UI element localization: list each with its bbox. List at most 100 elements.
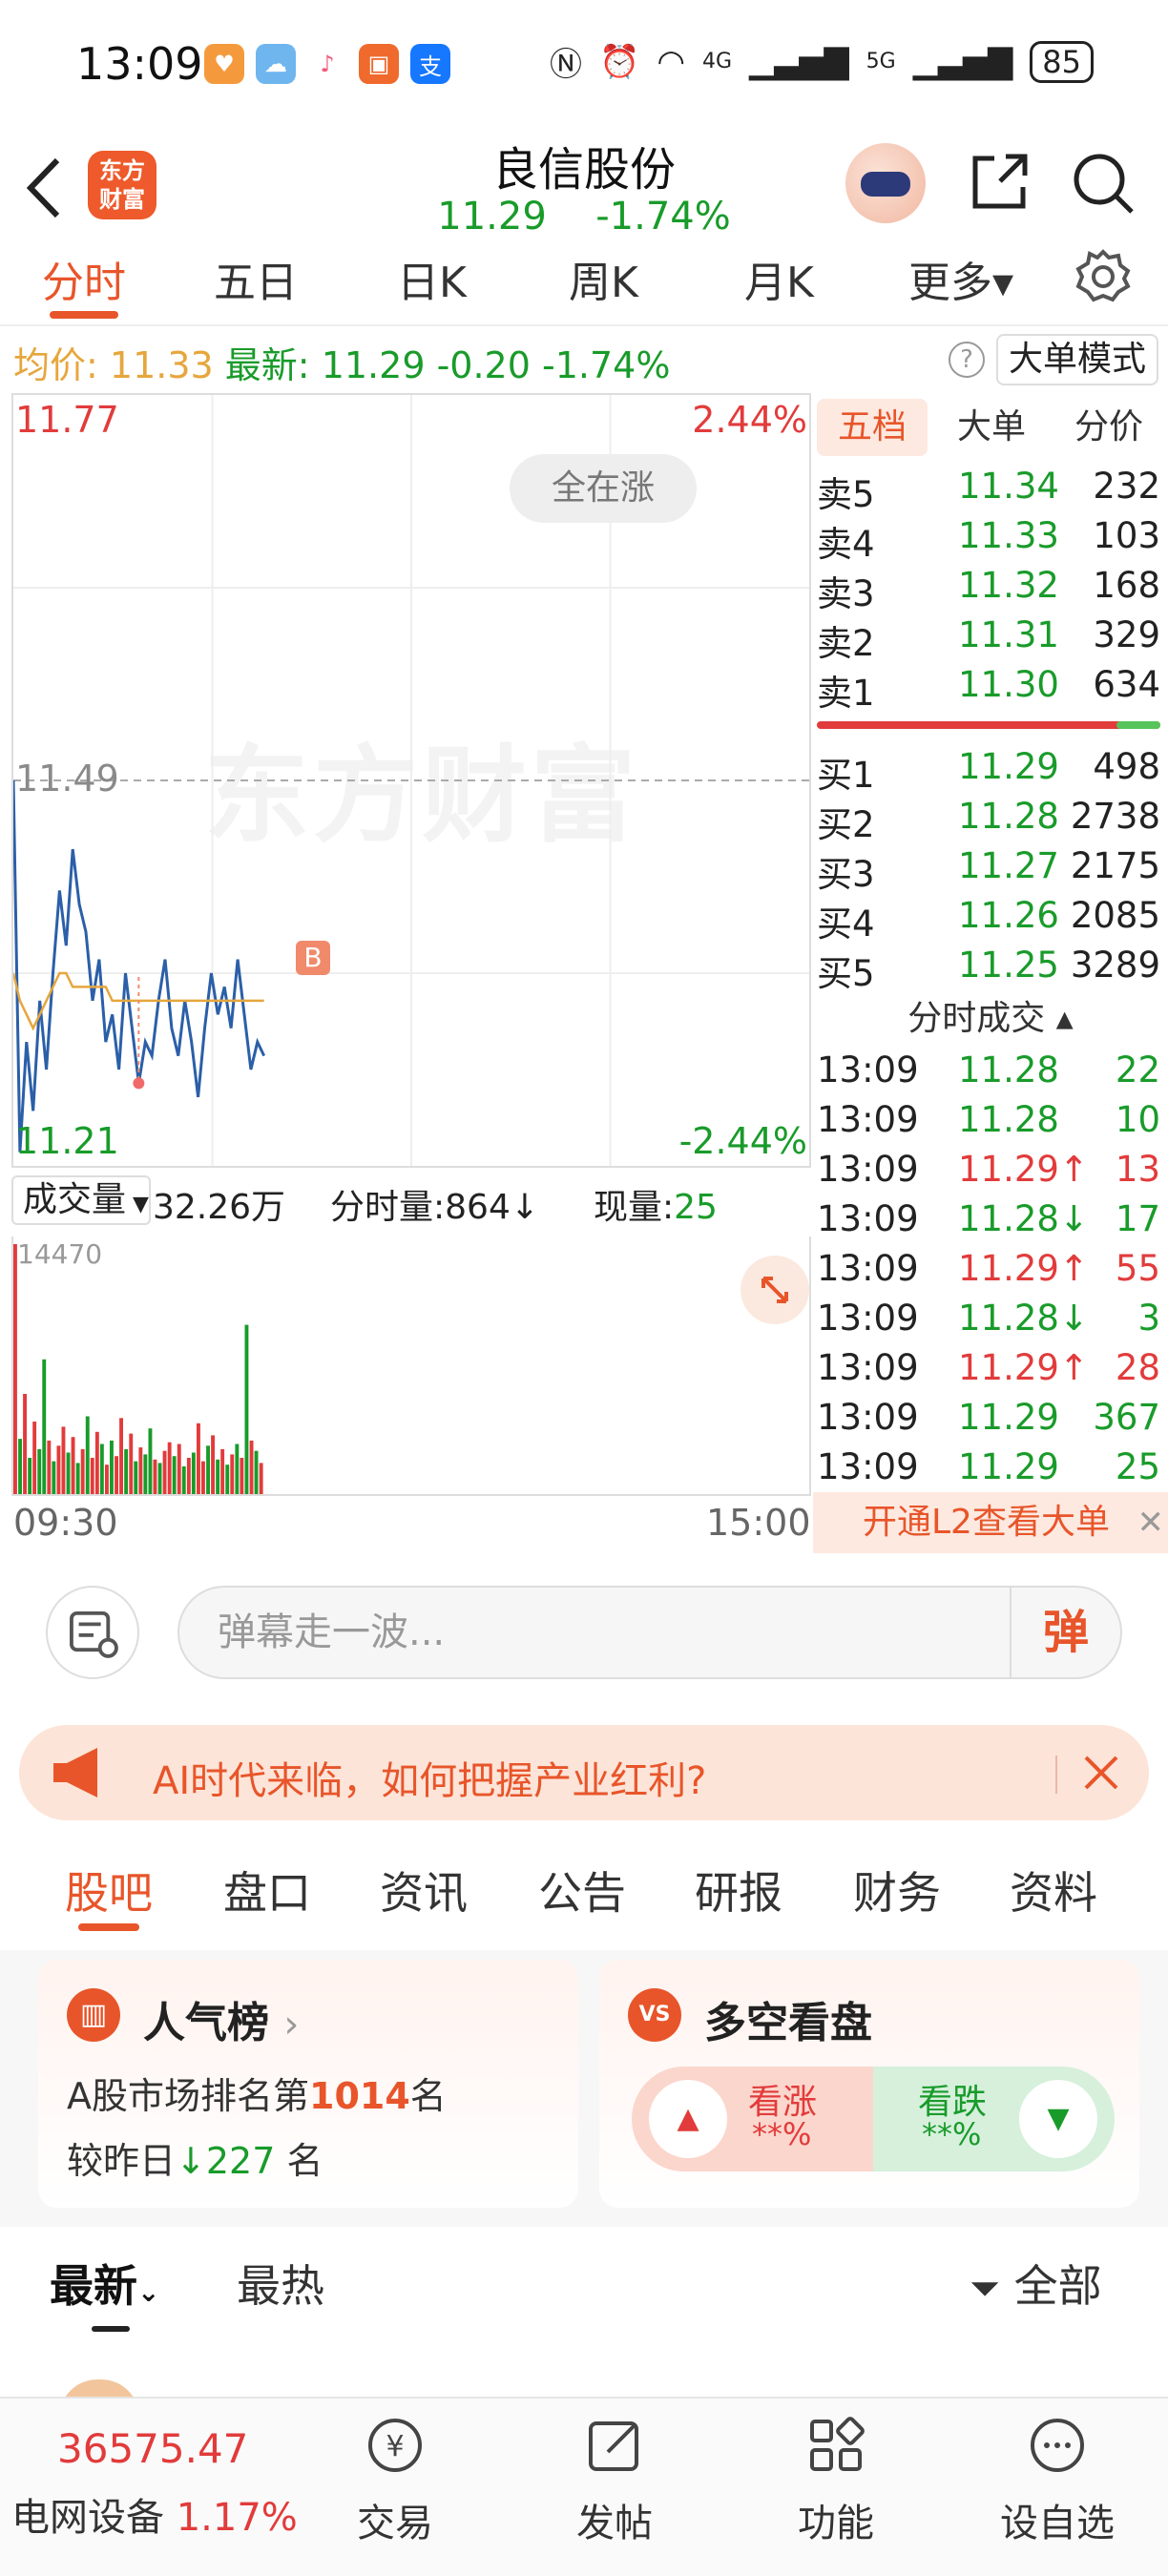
popularity-rank-line: A股市场排名第1014名 [67, 2067, 447, 2119]
tab-intraday[interactable]: 分时 [42, 248, 126, 309]
bull-bear-card[interactable]: VS 多空看盘 ▲ 看涨 **% 看跌 **% ▼ [599, 1960, 1139, 2208]
row-price: 11.28 [958, 796, 1059, 837]
bid-row[interactable]: 买3 11.27 2175 [817, 845, 1160, 895]
tab-announcements[interactable]: 公告 [538, 1859, 626, 1922]
ask-row[interactable]: 卖5 11.34 232 [817, 466, 1160, 515]
l2-upgrade-banner[interactable]: 开通L2查看大单 ✕ [813, 1492, 1168, 1553]
all-up-button[interactable]: 全在涨 [510, 454, 697, 523]
sector-info[interactable]: 电网设备 1.17% [11, 2486, 298, 2542]
ask-row[interactable]: 卖3 11.32 168 [817, 565, 1160, 614]
price-chart-svg [13, 395, 809, 1166]
tick-row[interactable]: 13:09 11.29↑ 55 [817, 1248, 1160, 1298]
ask-row[interactable]: 卖2 11.31 329 [817, 614, 1160, 664]
tick-row[interactable]: 13:09 11.29↑ 13 [817, 1149, 1160, 1198]
tab-latest-label: 最新 [50, 2260, 137, 2312]
tick-row[interactable]: 13:09 11.28 22 [817, 1049, 1160, 1099]
tab-profile[interactable]: 资料 [1010, 1859, 1097, 1922]
status-time: 13:09 [76, 38, 203, 90]
big-order-mode-button[interactable]: 大单模式 [996, 334, 1158, 385]
nav-functions-label: 功能 [798, 2502, 874, 2545]
row-label: 买1 [817, 755, 875, 796]
bid-row[interactable]: 买2 11.28 2738 [817, 796, 1160, 845]
status-indicators: Ⓝ ⏰ ◠ 4G ▁▃▅▇ 5G ▁▃▅▇ 85 [550, 38, 1094, 85]
danmu-settings-button[interactable] [46, 1586, 139, 1679]
rank-prefix: A股市场排名第 [67, 2075, 309, 2117]
tab-hottest[interactable]: 最热 [237, 2252, 324, 2315]
bid-row[interactable]: 买5 11.25 3289 [817, 945, 1160, 994]
popularity-card[interactable]: ▥ 人气榜 › A股市场排名第1014名 较昨日↓227 名 [38, 1960, 578, 2208]
tab-big-orders[interactable]: 大单 [939, 399, 1044, 456]
row-label: 卖2 [817, 623, 875, 664]
volume-bar [254, 1450, 259, 1494]
ai-promo-banner[interactable]: AI时代来临，如何把握产业红利? [19, 1725, 1149, 1820]
tick-row[interactable]: 13:09 11.28 10 [817, 1099, 1160, 1149]
gear-icon[interactable] [1074, 248, 1132, 305]
tab-latest[interactable]: 最新⌄ [50, 2252, 159, 2315]
search-icon[interactable] [1069, 149, 1136, 216]
tab-weekly-k[interactable]: 周K [569, 248, 638, 309]
signal-4g-label: 4G [702, 50, 733, 73]
volume-bar [244, 1324, 249, 1494]
volume-bar [90, 1458, 94, 1494]
tab-more[interactable]: 更多▾ [908, 248, 1013, 309]
signal-bars-icon: ▁▃▅▇ [749, 42, 849, 81]
bid-row[interactable]: 买4 11.26 2085 [817, 895, 1160, 945]
tick-trades-header[interactable]: 分时成交 ▴ [813, 990, 1168, 1040]
volume-bar [240, 1458, 244, 1494]
tab-guba[interactable]: 股吧 [65, 1859, 153, 1922]
row-volume: 22 [1115, 1049, 1160, 1091]
volume-bar [66, 1452, 71, 1494]
intraday-chart: 东方财富 11.77 2.44% 11.49 11.21 -2.44% 全在涨 … [11, 393, 811, 1168]
grid-icon [810, 2417, 865, 2471]
vote-up-button[interactable]: ▲ [649, 2080, 727, 2158]
tick-row[interactable]: 13:09 11.28↓ 3 [817, 1298, 1160, 1347]
vote-down-button[interactable]: ▼ [1019, 2080, 1097, 2158]
filter-button[interactable]: ⏷ 全部 [970, 2252, 1102, 2315]
share-icon[interactable] [966, 149, 1032, 216]
bid-row[interactable]: 买1 11.29 498 [817, 746, 1160, 796]
nav-trade[interactable]: ¥ 交易 [319, 2412, 471, 2547]
tab-pankou[interactable]: 盘口 [223, 1859, 311, 1922]
help-icon[interactable]: ? [949, 342, 985, 378]
tab-research[interactable]: 研报 [695, 1859, 782, 1922]
tick-row[interactable]: 13:09 11.28↓ 17 [817, 1198, 1160, 1248]
row-volume: 367 [1093, 1397, 1160, 1438]
close-icon[interactable] [1073, 1744, 1130, 1801]
volume-bar [18, 1439, 22, 1494]
danmu-input[interactable]: 弹幕走一波... 弹 [177, 1586, 1122, 1679]
tick-row[interactable]: 13:09 11.29 367 [817, 1397, 1160, 1446]
volume-bar [47, 1440, 52, 1494]
rank-value: 1014 [309, 2075, 410, 2117]
volume-bar [32, 1422, 37, 1494]
volume-bar [129, 1433, 134, 1494]
volume-bar [61, 1426, 66, 1494]
tab-five-day[interactable]: 五日 [214, 248, 298, 309]
index-value[interactable]: 36575.47 [57, 2425, 248, 2472]
tab-news[interactable]: 资讯 [380, 1859, 468, 1922]
row-volume: 2738 [1070, 796, 1160, 837]
tick-row[interactable]: 13:09 11.29↑ 28 [817, 1347, 1160, 1397]
tick-row[interactable]: 13:09 11.29 25 [817, 1446, 1160, 1496]
buy-marker[interactable]: B [296, 941, 330, 975]
nav-post[interactable]: 发帖 [538, 2412, 691, 2547]
latest-label: 最新: [224, 344, 310, 386]
volume-bar [143, 1454, 148, 1494]
ai-assistant-avatar[interactable] [845, 143, 926, 223]
tab-daily-k[interactable]: 日K [397, 248, 467, 309]
volume-selector[interactable]: 成交量 ▼ [11, 1175, 151, 1225]
tab-price-split[interactable]: 分价 [1053, 399, 1164, 456]
nav-add-watchlist[interactable]: 设自选 [981, 2412, 1134, 2547]
avg-value: 11.33 [109, 344, 214, 386]
tab-monthly-k[interactable]: 月K [744, 248, 814, 309]
tab-five-levels[interactable]: 五档 [817, 399, 928, 456]
tab-finance[interactable]: 财务 [853, 1859, 941, 1922]
nav-functions[interactable]: 功能 [760, 2412, 912, 2547]
ask-row[interactable]: 卖4 11.33 103 [817, 515, 1160, 565]
close-icon[interactable]: ✕ [1137, 1492, 1165, 1553]
ask-row[interactable]: 卖1 11.30 634 [817, 664, 1160, 714]
status-bar: 13:09 ♥ ☁ ♪ ▣ 支 Ⓝ ⏰ ◠ 4G ▁▃▅▇ 5G ▁▃▅▇ 85 [0, 0, 1168, 124]
row-price: 11.32 [958, 565, 1059, 606]
pct-low-label: -2.44% [678, 1120, 807, 1162]
danmu-send-button[interactable]: 弹 [1010, 1588, 1120, 1677]
expand-chart-button[interactable] [740, 1256, 809, 1324]
